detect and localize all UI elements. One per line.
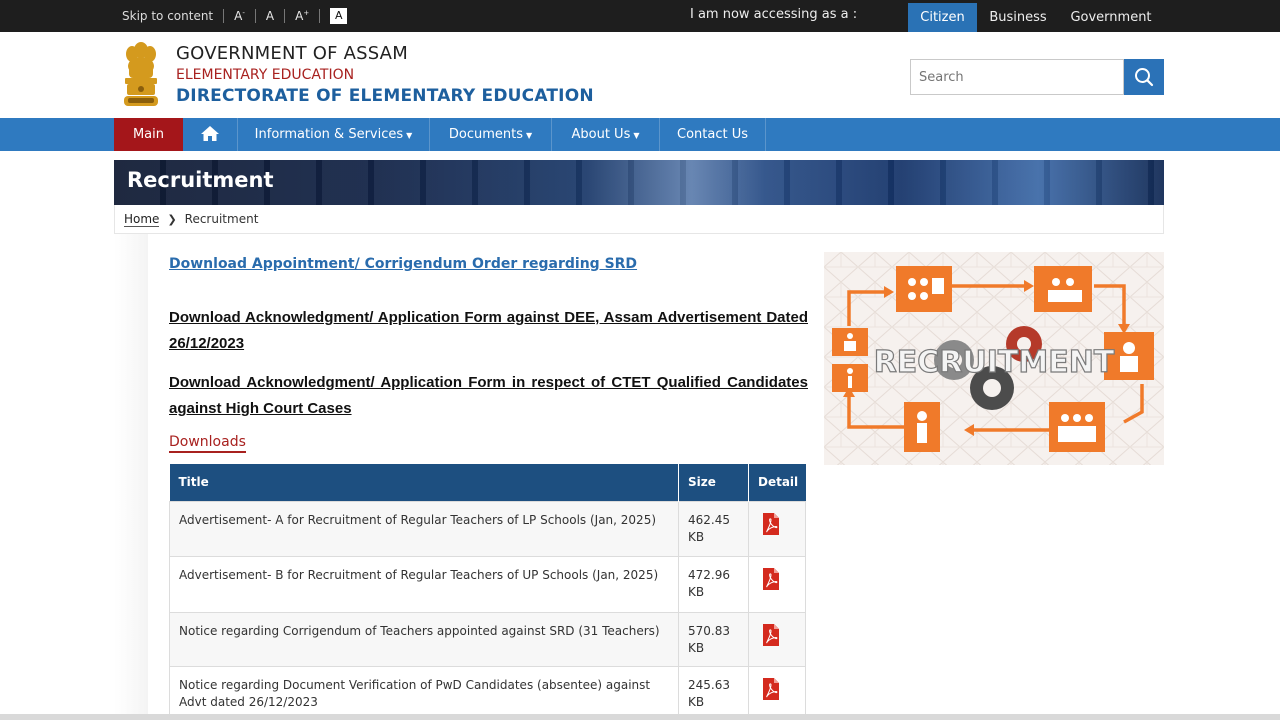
assam-emblem-icon[interactable] [120,40,162,108]
divider [254,9,256,23]
search-button[interactable] [1124,59,1164,95]
divider [319,9,321,23]
link-acknowledgment-ctet[interactable]: Download Acknowledgment/ Application For… [169,370,808,422]
column-header-size: Size [678,464,749,501]
chevron-right-icon: ❯ [167,212,177,226]
size-unit: KB [688,694,705,709]
link-appointment-order-srd[interactable]: Download Appointment/ Corrigendum Order … [169,256,637,272]
row-size: 462.45 KB [678,500,749,557]
caret-down-icon: ▼ [633,131,640,140]
nav-documents-label: Documents [448,127,523,142]
table-header-row: Title Size Detail [169,464,806,501]
page-banner: Recruitment [114,160,1164,205]
row-detail [748,500,806,557]
divider [284,9,286,23]
header-department: ELEMENTARY EDUCATION [176,67,355,83]
caret-down-icon: ▼ [525,131,533,140]
row-detail [748,665,806,720]
column-header-detail: Detail [748,464,806,501]
downloads-table: Title Size Detail Advertisement- A for R… [168,464,806,720]
header-directorate[interactable]: DIRECTORATE OF ELEMENTARY EDUCATION [176,86,594,106]
table-row: Notice regarding Corrigendum of Teachers… [168,611,806,667]
nav-main[interactable]: Main [114,118,183,151]
pdf-icon[interactable] [761,623,781,647]
top-utility-bar: Skip to content A- A A+ A I am now acces… [0,0,1280,32]
audience-business[interactable]: Business [981,3,1055,32]
divider [223,9,225,23]
nav-contact-us[interactable]: Contact Us [660,118,766,151]
size-unit: KB [688,640,705,655]
row-title: Notice regarding Corrigendum of Teachers… [168,611,680,667]
content-side-shade [114,234,148,720]
nav-about-us-label: About Us [571,127,631,142]
breadcrumb-current: Recruitment [184,212,259,226]
audience-prompt: I am now accessing as a : [690,7,858,22]
infographic-label: RECRUITMENT [874,345,1115,380]
font-increase-button[interactable]: A+ [295,9,309,23]
nav-information-services-label: Information & Services [254,127,404,142]
font-normal-button[interactable]: A [266,9,274,23]
size-value: 570.83 [688,623,731,638]
main-navigation: Main Information & Services ▼ Documents ▼ … [0,118,1280,151]
size-unit: KB [688,529,705,544]
page-title: Recruitment [127,168,274,192]
high-contrast-button[interactable]: A [330,8,348,24]
nav-documents[interactable]: Documents ▼ [430,118,552,151]
column-header-title: Title [169,464,680,501]
recruitment-infographic: RECRUITMENT [824,252,1164,465]
home-icon [201,126,219,141]
table-row: Notice regarding Document Verification o… [168,665,806,720]
downloads-heading: Downloads [169,434,246,453]
size-value: 462.45 [688,512,731,527]
caret-down-icon: ▼ [406,131,413,140]
header-government-title: GOVERNMENT OF ASSAM [176,43,408,64]
breadcrumb-home[interactable]: Home [124,212,160,227]
accessibility-controls: Skip to content A- A A+ A [122,0,348,32]
size-unit: KB [688,584,705,599]
skip-to-content-link[interactable]: Skip to content [122,9,213,23]
search-input[interactable] [910,59,1124,95]
row-size: 472.96 KB [678,555,749,613]
row-title: Notice regarding Document Verification o… [168,665,680,720]
pdf-icon[interactable] [761,677,781,701]
audience-citizen[interactable]: Citizen [908,3,977,32]
size-value: 245.63 [688,677,731,692]
audience-government[interactable]: Government [1062,3,1160,32]
size-value: 472.96 [688,567,731,582]
row-size: 570.83 KB [678,611,749,667]
table-row: Advertisement- A for Recruitment of Regu… [168,500,806,557]
table-row: Advertisement- B for Recruitment of Regu… [168,555,806,613]
pdf-icon[interactable] [761,567,781,591]
row-detail [748,611,806,667]
nav-about-us[interactable]: About Us ▼ [552,118,660,151]
nav-information-services[interactable]: Information & Services ▼ [238,118,430,151]
font-decrease-button[interactable]: A- [234,9,245,23]
row-title: Advertisement- B for Recruitment of Regu… [168,555,680,613]
search-icon [1135,68,1154,87]
row-size: 245.63 KB [678,665,749,720]
pdf-icon[interactable] [761,512,781,536]
site-header: GOVERNMENT OF ASSAM ELEMENTARY EDUCATION… [0,32,1280,118]
row-detail [748,555,806,613]
row-title: Advertisement- A for Recruitment of Regu… [168,500,680,557]
link-acknowledgment-dee[interactable]: Download Acknowledgment/ Application For… [169,305,808,357]
window-bottom-edge [0,714,1280,720]
nav-home[interactable] [183,118,238,151]
breadcrumb: Home ❯ Recruitment [114,205,1164,234]
